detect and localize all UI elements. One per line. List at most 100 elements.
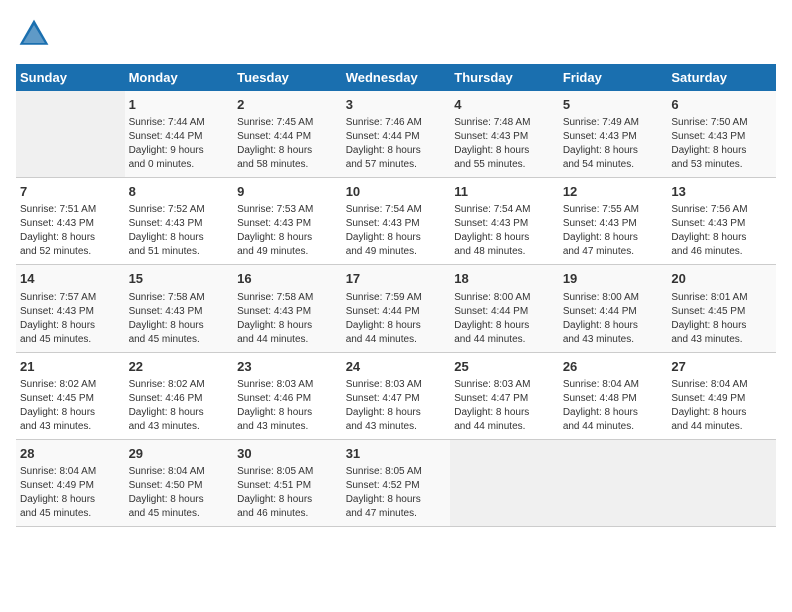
day-cell: 12Sunrise: 7:55 AM Sunset: 4:43 PM Dayli… (559, 178, 668, 265)
day-cell: 15 Sunrise: 7:58 AM Sunset: 4:43 PM Dayli… (125, 265, 234, 352)
day-number: 3 (346, 96, 447, 114)
day-number: 28 (20, 445, 121, 463)
day-cell: 31 Sunrise: 8:05 AM Sunset: 4:52 PM Dayli… (342, 439, 451, 526)
logo (16, 16, 56, 52)
day-cell: 11Sunrise: 7:54 AM Sunset: 4:43 PM Dayli… (450, 178, 559, 265)
day-number: 6 (671, 96, 772, 114)
day-info: Sunrise: 7:45 AM Sunset: 4:44 PM Dayligh… (237, 116, 338, 172)
day-number: 5 (563, 96, 664, 114)
day-cell: 23Sunrise: 8:03 AM Sunset: 4:46 PM Dayli… (233, 352, 342, 439)
day-info: Sunrise: 7:48 AM Sunset: 4:43 PM Dayligh… (454, 116, 555, 172)
day-cell (667, 439, 776, 526)
day-info: Sunrise: 8:05 AM Sunset: 4:51 PM Dayligh… (237, 465, 338, 521)
day-cell: 2Sunrise: 7:45 AM Sunset: 4:44 PM Daylig… (233, 91, 342, 178)
day-info: Sunrise: 8:00 AM Sunset: 4:44 PM Dayligh… (563, 291, 664, 347)
header-cell-sunday: Sunday (16, 64, 125, 91)
day-number: 8 (129, 183, 230, 201)
day-cell: 26 Sunrise: 8:04 AM Sunset: 4:48 PM Dayli… (559, 352, 668, 439)
header-cell-saturday: Saturday (667, 64, 776, 91)
day-number: 16 (237, 270, 338, 288)
header-cell-friday: Friday (559, 64, 668, 91)
calendar-table: SundayMondayTuesdayWednesdayThursdayFrid… (16, 64, 776, 527)
day-cell: 8 Sunrise: 7:52 AM Sunset: 4:43 PM Daylig… (125, 178, 234, 265)
day-info: Sunrise: 8:04 AM Sunset: 4:49 PM Dayligh… (20, 465, 121, 521)
day-info: Sunrise: 8:00 AM Sunset: 4:44 PM Dayligh… (454, 291, 555, 347)
day-cell: 24 Sunrise: 8:03 AM Sunset: 4:47 PM Dayli… (342, 352, 451, 439)
day-cell: 10 Sunrise: 7:54 AM Sunset: 4:43 PM Dayli… (342, 178, 451, 265)
day-number: 22 (129, 358, 230, 376)
week-row-1: 1 Sunrise: 7:44 AM Sunset: 4:44 PM Daylig… (16, 91, 776, 178)
day-cell: 22 Sunrise: 8:02 AM Sunset: 4:46 PM Dayli… (125, 352, 234, 439)
day-cell: 14 Sunrise: 7:57 AM Sunset: 4:43 PM Dayli… (16, 265, 125, 352)
day-number: 24 (346, 358, 447, 376)
day-info: Sunrise: 8:02 AM Sunset: 4:46 PM Dayligh… (129, 378, 230, 434)
page-header (16, 16, 776, 52)
week-row-4: 21 Sunrise: 8:02 AM Sunset: 4:45 PM Dayli… (16, 352, 776, 439)
day-cell: 3 Sunrise: 7:46 AM Sunset: 4:44 PM Daylig… (342, 91, 451, 178)
day-number: 10 (346, 183, 447, 201)
header-cell-monday: Monday (125, 64, 234, 91)
day-number: 18 (454, 270, 555, 288)
day-info: Sunrise: 8:04 AM Sunset: 4:49 PM Dayligh… (671, 378, 772, 434)
day-cell: 6 Sunrise: 7:50 AM Sunset: 4:43 PM Daylig… (667, 91, 776, 178)
day-cell: 5 Sunrise: 7:49 AM Sunset: 4:43 PM Daylig… (559, 91, 668, 178)
day-number: 20 (671, 270, 772, 288)
calendar-body: 1 Sunrise: 7:44 AM Sunset: 4:44 PM Daylig… (16, 91, 776, 526)
day-number: 9 (237, 183, 338, 201)
week-row-2: 7 Sunrise: 7:51 AM Sunset: 4:43 PM Daylig… (16, 178, 776, 265)
day-cell (559, 439, 668, 526)
day-number: 26 (563, 358, 664, 376)
day-cell: 20 Sunrise: 8:01 AM Sunset: 4:45 PM Dayli… (667, 265, 776, 352)
day-number: 1 (129, 96, 230, 114)
day-info: Sunrise: 7:58 AM Sunset: 4:43 PM Dayligh… (237, 291, 338, 347)
day-number: 30 (237, 445, 338, 463)
day-info: Sunrise: 7:55 AM Sunset: 4:43 PM Dayligh… (563, 203, 664, 259)
week-row-3: 14 Sunrise: 7:57 AM Sunset: 4:43 PM Dayli… (16, 265, 776, 352)
day-info: Sunrise: 7:54 AM Sunset: 4:43 PM Dayligh… (346, 203, 447, 259)
day-cell: 1 Sunrise: 7:44 AM Sunset: 4:44 PM Daylig… (125, 91, 234, 178)
day-info: Sunrise: 7:44 AM Sunset: 4:44 PM Dayligh… (129, 116, 230, 172)
day-number: 13 (671, 183, 772, 201)
day-number: 27 (671, 358, 772, 376)
header-cell-wednesday: Wednesday (342, 64, 451, 91)
day-info: Sunrise: 7:50 AM Sunset: 4:43 PM Dayligh… (671, 116, 772, 172)
day-number: 19 (563, 270, 664, 288)
day-info: Sunrise: 8:04 AM Sunset: 4:48 PM Dayligh… (563, 378, 664, 434)
day-cell (16, 91, 125, 178)
day-number: 14 (20, 270, 121, 288)
day-info: Sunrise: 7:58 AM Sunset: 4:43 PM Dayligh… (129, 291, 230, 347)
day-info: Sunrise: 8:05 AM Sunset: 4:52 PM Dayligh… (346, 465, 447, 521)
header-cell-tuesday: Tuesday (233, 64, 342, 91)
day-info: Sunrise: 7:46 AM Sunset: 4:44 PM Dayligh… (346, 116, 447, 172)
day-info: Sunrise: 8:03 AM Sunset: 4:47 PM Dayligh… (346, 378, 447, 434)
day-cell: 21 Sunrise: 8:02 AM Sunset: 4:45 PM Dayli… (16, 352, 125, 439)
day-info: Sunrise: 7:56 AM Sunset: 4:43 PM Dayligh… (671, 203, 772, 259)
day-info: Sunrise: 8:03 AM Sunset: 4:47 PM Dayligh… (454, 378, 555, 434)
day-cell: 19 Sunrise: 8:00 AM Sunset: 4:44 PM Dayli… (559, 265, 668, 352)
day-number: 7 (20, 183, 121, 201)
day-info: Sunrise: 8:01 AM Sunset: 4:45 PM Dayligh… (671, 291, 772, 347)
day-number: 17 (346, 270, 447, 288)
day-number: 21 (20, 358, 121, 376)
day-info: Sunrise: 7:52 AM Sunset: 4:43 PM Dayligh… (129, 203, 230, 259)
day-cell: 17 Sunrise: 7:59 AM Sunset: 4:44 PM Dayli… (342, 265, 451, 352)
day-info: Sunrise: 7:53 AM Sunset: 4:43 PM Dayligh… (237, 203, 338, 259)
day-info: Sunrise: 8:02 AM Sunset: 4:45 PM Dayligh… (20, 378, 121, 434)
day-cell (450, 439, 559, 526)
day-number: 31 (346, 445, 447, 463)
day-cell: 9 Sunrise: 7:53 AM Sunset: 4:43 PM Daylig… (233, 178, 342, 265)
day-info: Sunrise: 7:59 AM Sunset: 4:44 PM Dayligh… (346, 291, 447, 347)
day-cell: 18 Sunrise: 8:00 AM Sunset: 4:44 PM Dayli… (450, 265, 559, 352)
week-row-5: 28 Sunrise: 8:04 AM Sunset: 4:49 PM Dayli… (16, 439, 776, 526)
day-info: Sunrise: 7:57 AM Sunset: 4:43 PM Dayligh… (20, 291, 121, 347)
day-number: 15 (129, 270, 230, 288)
day-info: Sunrise: 7:49 AM Sunset: 4:43 PM Dayligh… (563, 116, 664, 172)
day-cell: 16 Sunrise: 7:58 AM Sunset: 4:43 PM Dayli… (233, 265, 342, 352)
header-cell-thursday: Thursday (450, 64, 559, 91)
day-number: 23 (237, 358, 338, 376)
day-info: Sunrise: 7:51 AM Sunset: 4:43 PM Dayligh… (20, 203, 121, 259)
day-info: Sunrise: 8:04 AM Sunset: 4:50 PM Dayligh… (129, 465, 230, 521)
day-number: 11 (454, 183, 555, 201)
day-cell: 13 Sunrise: 7:56 AM Sunset: 4:43 PM Dayli… (667, 178, 776, 265)
day-cell: 25Sunrise: 8:03 AM Sunset: 4:47 PM Dayli… (450, 352, 559, 439)
